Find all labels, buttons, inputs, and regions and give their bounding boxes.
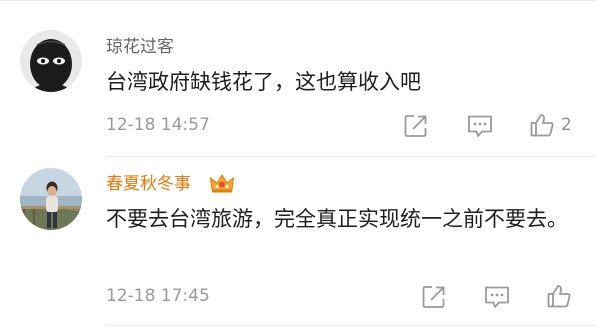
- vip-badge: [209, 172, 235, 194]
- like-count: 2: [561, 115, 572, 135]
- avatar[interactable]: [20, 168, 82, 230]
- share-icon: [422, 286, 445, 308]
- comment-time: 12-18 17:45: [106, 286, 210, 306]
- comment-text: 台湾政府缺钱花了，这也算收入吧: [106, 70, 421, 94]
- comment-button[interactable]: [483, 282, 511, 312]
- comment-icon: [485, 286, 509, 308]
- share-button[interactable]: [421, 282, 447, 312]
- share-button[interactable]: [403, 111, 429, 141]
- like-button[interactable]: 2: [529, 110, 572, 140]
- vip-crown-icon: [209, 174, 235, 193]
- share-icon: [404, 115, 427, 137]
- top-divider: [0, 0, 596, 1]
- comment-button[interactable]: [466, 111, 494, 141]
- comment-text: 不要去台湾旅游，完全真正实现统一之前不要去。: [106, 207, 568, 231]
- comment-icon: [468, 115, 492, 137]
- masked-face-icon: [20, 30, 82, 92]
- comment-time: 12-18 14:57: [106, 115, 210, 135]
- avatar[interactable]: [20, 30, 82, 92]
- like-icon: [547, 285, 571, 308]
- beach-photo-avatar: [20, 168, 82, 230]
- username[interactable]: 琼花过客: [106, 36, 174, 58]
- username[interactable]: 春夏秋冬事: [106, 173, 191, 195]
- comment-divider: [106, 156, 596, 157]
- like-icon: [530, 114, 554, 137]
- like-button[interactable]: [546, 281, 578, 311]
- comment-divider: [106, 325, 596, 326]
